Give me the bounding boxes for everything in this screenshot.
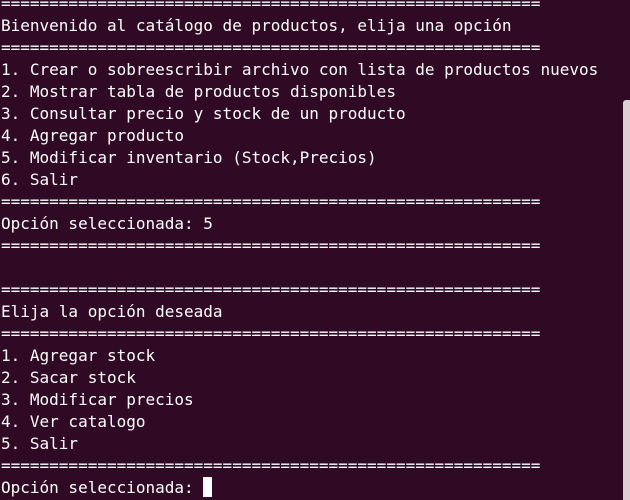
selected-option-output: Opción seleccionada: 5 <box>1 214 213 233</box>
separator-line: ========================================… <box>1 236 541 255</box>
main-menu-option-1: 1. Crear o sobreescribir archivo con lis… <box>1 60 599 79</box>
separator-line: ========================================… <box>1 0 541 13</box>
terminal-output: ========================================… <box>1 0 621 499</box>
submenu-option-5: 5. Salir <box>1 434 79 453</box>
submenu-heading: Elija la opción deseada <box>1 302 223 321</box>
catalog-welcome-heading: Bienvenido al catálogo de productos, eli… <box>1 16 512 35</box>
input-prompt-line[interactable]: Opción seleccionada: <box>1 477 621 499</box>
submenu-option-1: 1. Agregar stock <box>1 346 156 365</box>
terminal-window[interactable]: ========================================… <box>0 0 630 500</box>
submenu-option-4: 4. Ver catalogo <box>1 412 146 431</box>
main-menu-option-2: 2. Mostrar tabla de productos disponible… <box>1 82 396 101</box>
main-menu-option-5: 5. Modificar inventario (Stock,Precios) <box>1 148 377 167</box>
submenu-option-3: 3. Modificar precios <box>1 390 194 409</box>
input-prompt: Opción seleccionada: <box>1 478 204 497</box>
separator-line: ========================================… <box>1 324 541 343</box>
separator-line: ========================================… <box>1 38 541 57</box>
main-menu-option-6: 6. Salir <box>1 170 79 189</box>
text-cursor[interactable] <box>203 477 213 497</box>
scrollbar[interactable] <box>623 100 630 500</box>
submenu-option-2: 2. Sacar stock <box>1 368 136 387</box>
main-menu-option-3: 3. Consultar precio y stock de un produc… <box>1 104 406 123</box>
separator-line: ========================================… <box>1 456 541 475</box>
separator-line: ========================================… <box>1 280 541 299</box>
separator-line: ========================================… <box>1 192 541 211</box>
main-menu-option-4: 4. Agregar producto <box>1 126 185 145</box>
